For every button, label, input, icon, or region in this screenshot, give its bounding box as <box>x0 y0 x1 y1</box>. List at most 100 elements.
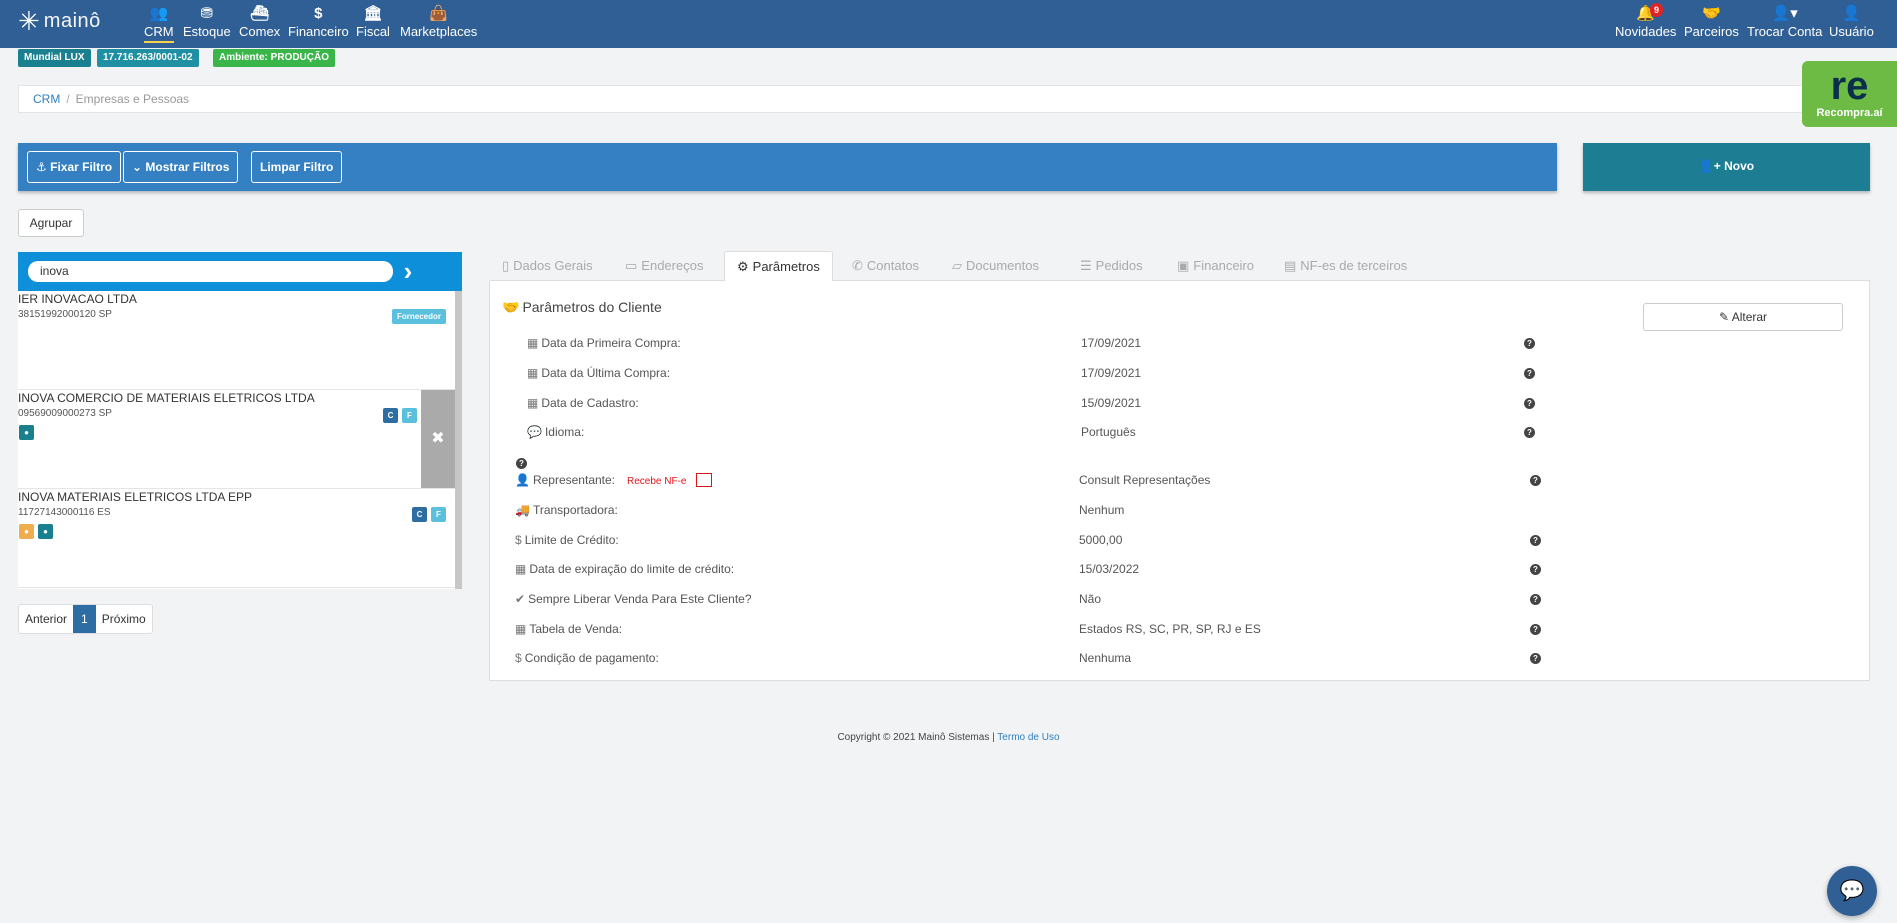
user-switch-icon: 👤▾ <box>1771 5 1798 22</box>
breadcrumb-separator: / <box>66 92 70 106</box>
tab-label: Documentos <box>966 258 1039 273</box>
nav-financeiro-label: Financeiro <box>288 24 349 39</box>
list-scrollbar[interactable] <box>455 291 462 589</box>
termo-de-uso-link[interactable]: Termo de Uso <box>997 732 1059 743</box>
param-label: ▦ Data de expiração do limite de crédito: <box>515 560 734 578</box>
recompra-widget[interactable]: re Recompra.aí <box>1802 61 1897 127</box>
question-icon[interactable]: ? <box>516 458 527 469</box>
truck-icon: 🚚 <box>515 503 530 517</box>
param-label: ✔ Sempre Liberar Venda Para Este Cliente? <box>515 590 752 608</box>
list-item[interactable]: IER INOVACAO LTDA 38151992000120 SP Forn… <box>18 291 455 390</box>
question-icon[interactable]: ? <box>1530 594 1541 605</box>
detail-tabs: ▯ Dados Gerais ▭ Endereços ⚙ Parâmetros ✆ Co… <box>490 251 1870 282</box>
ship-icon: ⛴ <box>250 5 270 22</box>
tab-dados-gerais[interactable]: ▯ Dados Gerais <box>490 251 605 281</box>
nav-estoque-label: Estoque <box>183 24 231 39</box>
breadcrumb-crm-link[interactable]: CRM <box>33 92 60 106</box>
check-icon: ✔ <box>515 592 526 606</box>
nav-comex[interactable]: ⛴ Comex <box>239 4 280 40</box>
question-icon[interactable]: ? <box>1530 624 1541 635</box>
nav-marketplaces[interactable]: 👜 Marketplaces <box>400 4 477 40</box>
chevron-right-icon[interactable]: › <box>388 256 428 286</box>
edit-icon: ✎ <box>1718 310 1730 324</box>
info-dot-icon: ● <box>19 524 34 539</box>
pagination-prev[interactable]: Anterior <box>19 605 73 633</box>
question-icon[interactable]: ? <box>1530 475 1541 486</box>
tab-financeiro[interactable]: ▣ Financeiro <box>1165 251 1266 281</box>
tab-enderecos[interactable]: ▭ Endereços <box>613 251 715 281</box>
param-label: 💬 Idioma: <box>527 423 584 441</box>
param-label-text: Sempre Liberar Venda Para Este Cliente? <box>528 592 752 606</box>
panel-title-text: Parâmetros do Cliente <box>522 299 662 315</box>
nav-crm[interactable]: 👥 CRM <box>144 4 174 43</box>
agrupar-button[interactable]: Agrupar <box>18 209 84 237</box>
list-item-name: INOVA COMERCIO DE MATERIAIS ELETRICOS LT… <box>18 391 315 405</box>
chat-icon: 💬 <box>1839 880 1865 902</box>
question-icon[interactable]: ? <box>1530 535 1541 546</box>
tab-contatos[interactable]: ✆ Contatos <box>840 251 931 281</box>
tab-nfes-terceiros[interactable]: ▤ NF-es de terceiros <box>1272 251 1419 281</box>
tab-documentos[interactable]: ▱ Documentos <box>940 251 1051 281</box>
nav-trocar-conta[interactable]: 👤▾ Trocar Conta <box>1747 4 1822 40</box>
nav-comex-label: Comex <box>239 24 281 39</box>
question-icon[interactable]: ? <box>1524 427 1535 438</box>
nav-crm-label: CRM <box>144 24 174 43</box>
nav-financeiro[interactable]: $ Financeiro <box>288 4 349 40</box>
tab-label: Endereços <box>641 258 704 273</box>
fixar-filtro-button[interactable]: ⚓ Fixar Filtro <box>27 151 122 183</box>
param-label-text: Condição de pagamento: <box>524 651 659 665</box>
question-icon[interactable]: ? <box>1524 398 1535 409</box>
breadcrumb-current: Empresas e Pessoas <box>75 92 190 106</box>
recebe-nfe-checkbox[interactable] <box>696 472 713 487</box>
mostrar-filtros-button[interactable]: ⌄ Mostrar Filtros <box>123 151 239 183</box>
pagination-next[interactable]: Próximo <box>96 605 152 633</box>
tab-parametros[interactable]: ⚙ Parâmetros <box>724 251 833 282</box>
maino-logo[interactable]: ✳ mainô <box>18 8 101 34</box>
calendar-plus-icon: ▦ <box>527 366 539 380</box>
alterar-label: Alterar <box>1731 310 1768 324</box>
nav-fiscal[interactable]: 🏛 Fiscal <box>356 4 390 40</box>
param-label-text: Limite de Crédito: <box>524 533 619 547</box>
fornecedor-badge: Fornecedor <box>392 309 447 324</box>
pagination-page[interactable]: 1 <box>73 605 96 633</box>
cliente-badge: C <box>383 408 398 423</box>
table-icon: ▦ <box>515 622 527 636</box>
list-item-doc: 11727143000116 ES <box>18 507 111 518</box>
question-icon[interactable]: ? <box>1530 653 1541 664</box>
copyright-text: Copyright © 2021 Mainô Sistemas | <box>837 732 998 743</box>
mostrar-filtros-label: Mostrar Filtros <box>145 160 230 174</box>
footer-copyright: Copyright © 2021 Mainô Sistemas | Termo … <box>0 732 1897 743</box>
param-label: $ Condição de pagamento: <box>515 649 659 667</box>
question-icon[interactable]: ? <box>1524 338 1535 349</box>
company-list: IER INOVACAO LTDA 38151992000120 SP Forn… <box>18 291 462 589</box>
list-item[interactable]: INOVA COMERCIO DE MATERIAIS ELETRICOS LT… <box>18 390 455 489</box>
nav-parceiros[interactable]: 🤝 Parceiros <box>1684 4 1739 40</box>
novo-button[interactable]: 👤+ Novo <box>1583 143 1870 191</box>
delete-item-button[interactable]: ✖ <box>421 390 455 488</box>
nav-novidades[interactable]: 🔔 9 Novidades <box>1615 3 1677 40</box>
question-icon[interactable]: ? <box>1524 368 1535 379</box>
search-input[interactable]: inova <box>28 261 393 282</box>
tab-label: Contatos <box>866 258 919 273</box>
nav-novidades-label: Novidades <box>1615 24 1677 39</box>
calendar-check-icon: ▦ <box>527 336 539 350</box>
alterar-button[interactable]: ✎ Alterar <box>1643 303 1843 331</box>
limpar-filtro-button[interactable]: Limpar Filtro <box>251 151 343 183</box>
chat-button[interactable]: 💬 <box>1827 866 1877 916</box>
param-value: 15/03/2022 <box>1079 562 1140 576</box>
fixar-filtro-label: Fixar Filtro <box>50 160 113 174</box>
param-label: ▦ Data da Primeira Compra: <box>527 334 681 352</box>
tab-pedidos[interactable]: ☰ Pedidos <box>1068 251 1155 281</box>
list-search-bar: inova › <box>18 252 462 291</box>
param-label-text: Data de expiração do limite de crédito: <box>529 562 735 576</box>
list-item-doc: 38151992000120 SP <box>18 309 112 320</box>
param-label: $ Limite de Crédito: <box>515 531 619 549</box>
param-label: ▦ Data de Cadastro: <box>527 394 639 412</box>
nav-usuario[interactable]: 👤 Usuário <box>1829 4 1874 40</box>
list-item[interactable]: INOVA MATERIAIS ELETRICOS LTDA EPP 11727… <box>18 489 455 588</box>
list-item-name: INOVA MATERIAIS ELETRICOS LTDA EPP <box>18 490 253 504</box>
agrupar-label: Agrupar <box>29 216 73 230</box>
nav-estoque[interactable]: ⛃ Estoque <box>183 4 231 40</box>
info-dot-icon: ● <box>19 425 34 440</box>
question-icon[interactable]: ? <box>1530 564 1541 575</box>
